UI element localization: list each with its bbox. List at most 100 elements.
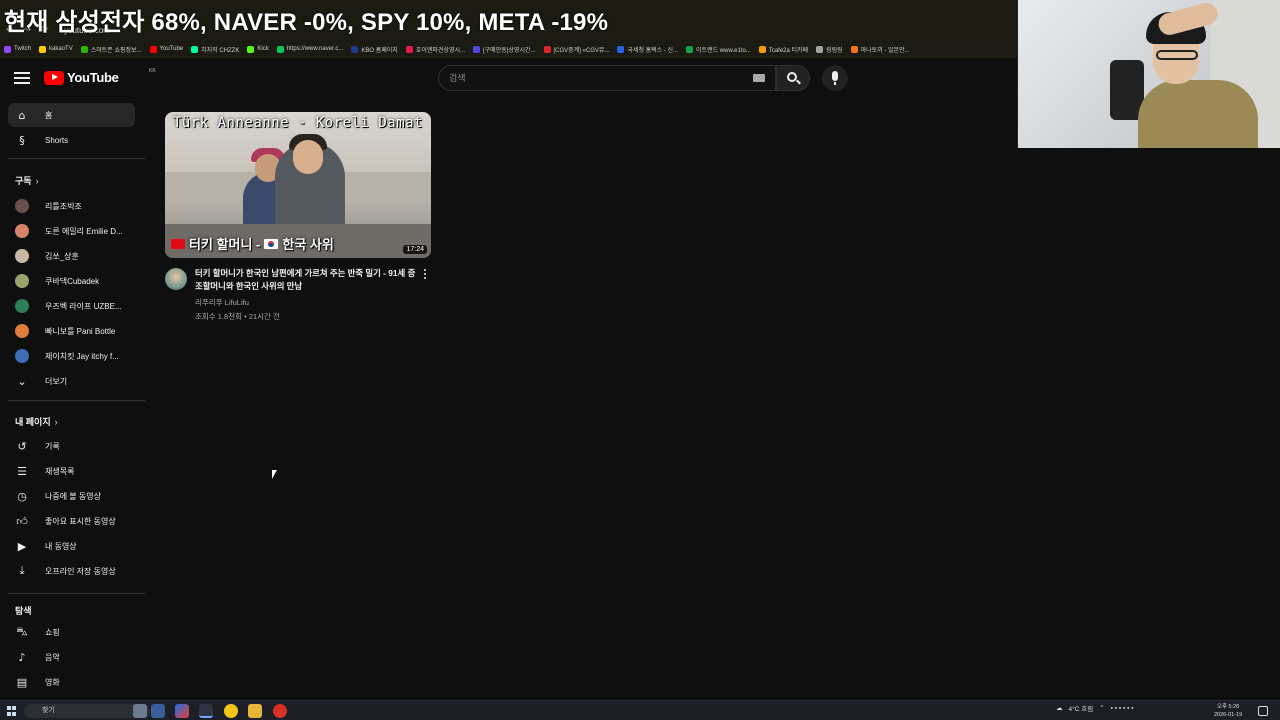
- bookmark-item[interactable]: Tcafe2a 티카페: [758, 45, 809, 54]
- channel-name[interactable]: 리푸리푸 LifuLifu: [195, 297, 249, 308]
- youtube-logo[interactable]: YouTube KR: [44, 68, 156, 85]
- bookmark-item[interactable]: 스마트픈 쇼핑정보...: [80, 45, 142, 54]
- channel-avatar: [15, 199, 29, 213]
- bookmark-favicon-icon: [4, 45, 11, 53]
- recorder-icon[interactable]: [273, 704, 287, 718]
- youtube-header: YouTube KR: [0, 58, 1017, 98]
- sidebar-item-like[interactable]: 👍︎ 좋아요 표시한 동영상: [8, 509, 135, 533]
- bookmark-item[interactable]: 호이엔파견상영시...: [405, 45, 465, 54]
- tray-icons[interactable]: ▪ ▪ ▪ ▪ ▪ ▪: [1111, 705, 1134, 712]
- sidebar-item-watch-later[interactable]: ◷ 나중에 볼 동영상: [8, 484, 135, 508]
- sidebar-item-history[interactable]: ↺ 기록: [8, 434, 135, 458]
- bookmark-label: [CGV중계] «CGV뮤...: [553, 47, 610, 54]
- sidebar-item-label: 내 동영상: [45, 541, 77, 551]
- bookmark-label: https://www.naver.c...: [286, 46, 344, 52]
- bookmark-item[interactable]: [구매안동]상영시간...: [473, 45, 536, 54]
- sidebar-item-shopping[interactable]: ⛍ 쇼핑: [8, 620, 135, 644]
- sidebar-subscription-item[interactable]: 도른 에밀리 Emilie D...: [8, 219, 135, 243]
- sidebar-item-more[interactable]: ⌄ 더보기: [8, 369, 135, 393]
- korea-flag-icon: [264, 238, 279, 249]
- sidebar-item-label: 기록: [45, 441, 60, 451]
- sidebar-subscription-item[interactable]: 우즈벡 라이프 UZBE...: [8, 294, 135, 318]
- search-box: [438, 65, 776, 91]
- bookmark-item[interactable]: 마나토끼 - 일본만...: [850, 45, 910, 54]
- bookmark-item[interactable]: KBO 홈페이지: [351, 45, 398, 54]
- voice-search-button[interactable]: [822, 65, 848, 91]
- sidebar-item-shorts[interactable]: § Shorts: [8, 128, 135, 152]
- notification-icon[interactable]: [1258, 706, 1268, 716]
- bookmark-item[interactable]: 국세청 홈택스 - 신...: [617, 45, 678, 54]
- video-meta: 조회수 1.8천회 • 21시간 전: [195, 312, 280, 321]
- weather-text[interactable]: 4°C 흐림: [1069, 703, 1094, 713]
- stock-ticker-overlay: 현재 삼성전자 68%, NAVER -0%, SPY 10%, META -1…: [4, 9, 609, 36]
- sidebar-subscription-item[interactable]: 쿠바댁Cubadek: [8, 269, 135, 293]
- app-avatar-icon[interactable]: [133, 704, 147, 718]
- tray-chevron-icon[interactable]: ⌃: [1099, 704, 1104, 712]
- windows-taskbar: 찾기 ☁ 4°C 흐림 ⌃ ▪ ▪ ▪ ▪ ▪ ▪ 오후 5:28 2026-0…: [0, 700, 1280, 720]
- watch-later-icon: ◷: [17, 489, 27, 503]
- sidebar-item-label: 영화: [45, 677, 60, 687]
- sidebar-item-playlist[interactable]: ☰ 재생목록: [8, 459, 135, 483]
- sidebar-subscription-item[interactable]: 제이치킷 Jay itchy f...: [8, 344, 135, 368]
- sidebar-item-home[interactable]: ⌂ 홈: [8, 103, 135, 127]
- video-title[interactable]: 터키 할머니가 한국인 남편에게 가르쳐 주는 반죽 밀기 - 91세 증조할머…: [195, 267, 417, 293]
- bookmark-favicon-icon: [405, 45, 413, 53]
- channel-avatar: [15, 249, 29, 263]
- taskbar-search[interactable]: 찾기: [24, 704, 150, 718]
- windows-start-icon[interactable]: [7, 706, 17, 716]
- sidebar-subscription-item[interactable]: 빠니보틀 Pani Bottle: [8, 319, 135, 343]
- search-button[interactable]: [776, 65, 810, 91]
- thumbnail-caption: 터키 할머니 - 한국 사위: [171, 234, 334, 253]
- sidebar-item-label: 음악: [45, 652, 60, 662]
- channel-avatar[interactable]: [165, 268, 187, 290]
- bookmark-label: Tcafe2a 티카페: [768, 47, 809, 54]
- bookmark-label: Kick: [257, 46, 269, 52]
- kakaotalk-icon[interactable]: [224, 704, 238, 718]
- copilot-icon[interactable]: [175, 704, 189, 718]
- sidebar-subscription-item[interactable]: 김쏘_상훈: [8, 244, 135, 268]
- channel-avatar: [15, 299, 29, 313]
- bookmark-item[interactable]: Twitch: [4, 45, 31, 53]
- mouse-cursor: [272, 470, 277, 479]
- video-thumbnail[interactable]: Türk Anneanne - Koreli Damat 터키 할머니 - 한국…: [165, 112, 431, 258]
- sidebar-item-movie[interactable]: ▤ 영화: [8, 670, 135, 694]
- search-input[interactable]: [449, 71, 739, 85]
- bookmark-favicon-icon: [686, 45, 694, 53]
- bookmark-label: 마나토끼 - 일본만...: [860, 47, 910, 54]
- bookmark-item[interactable]: 이트랜드 www.e1to...: [686, 45, 751, 54]
- sidebar-item-music[interactable]: ♪ 음악: [8, 645, 135, 669]
- sidebar-item-label: 오프라인 저장 동영상: [45, 566, 116, 576]
- bookmark-favicon-icon: [617, 45, 625, 53]
- bookmark-favicon-icon: [473, 45, 480, 53]
- bookmark-item[interactable]: YouTube: [149, 45, 184, 53]
- weather-icon[interactable]: ☁: [1056, 704, 1063, 712]
- bookmark-label: YouTube: [159, 46, 184, 52]
- sidebar-item-label: 홈: [45, 110, 53, 120]
- more-actions-icon[interactable]: [421, 268, 429, 280]
- sidebar-subscription-item[interactable]: 리틀조빅조: [8, 194, 135, 218]
- bookmark-label: 국세청 홈택스 - 신...: [627, 47, 679, 54]
- explore-header: 탐색: [15, 606, 32, 616]
- you-header[interactable]: 내 페이지 ›: [15, 415, 58, 428]
- bookmark-item[interactable]: kakaoTV: [39, 45, 73, 53]
- menu-icon[interactable]: [14, 69, 30, 85]
- bookmark-favicon-icon: [276, 45, 284, 53]
- app-widget-icon[interactable]: [151, 704, 165, 718]
- playlist-icon: ☰: [17, 464, 27, 478]
- bookmark-item[interactable]: 링링링: [816, 45, 843, 54]
- file-explorer-icon[interactable]: [248, 704, 262, 718]
- subscriptions-header[interactable]: 구독 ›: [15, 174, 39, 187]
- bookmark-item[interactable]: 치지직 CHZZK: [191, 45, 239, 54]
- bookmark-item[interactable]: https://www.naver.c...: [276, 45, 344, 53]
- bookmark-item[interactable]: Kick: [247, 45, 269, 53]
- sidebar-item-download[interactable]: ⤓ 오프라인 저장 동영상: [8, 559, 135, 583]
- mic-icon: [832, 71, 838, 81]
- taskbar-clock[interactable]: 오후 5:28 2026-01-19: [1214, 703, 1242, 719]
- shopping-icon: ⛍: [16, 624, 28, 638]
- chrome-icon[interactable]: [199, 704, 213, 718]
- keyboard-icon[interactable]: [753, 74, 765, 82]
- bookmark-item[interactable]: [CGV중계] «CGV뮤...: [543, 45, 610, 54]
- bookmark-favicon-icon: [816, 45, 824, 53]
- bookmark-favicon-icon: [191, 45, 199, 53]
- sidebar-item-my-videos[interactable]: ▶ 내 동영상: [8, 534, 135, 558]
